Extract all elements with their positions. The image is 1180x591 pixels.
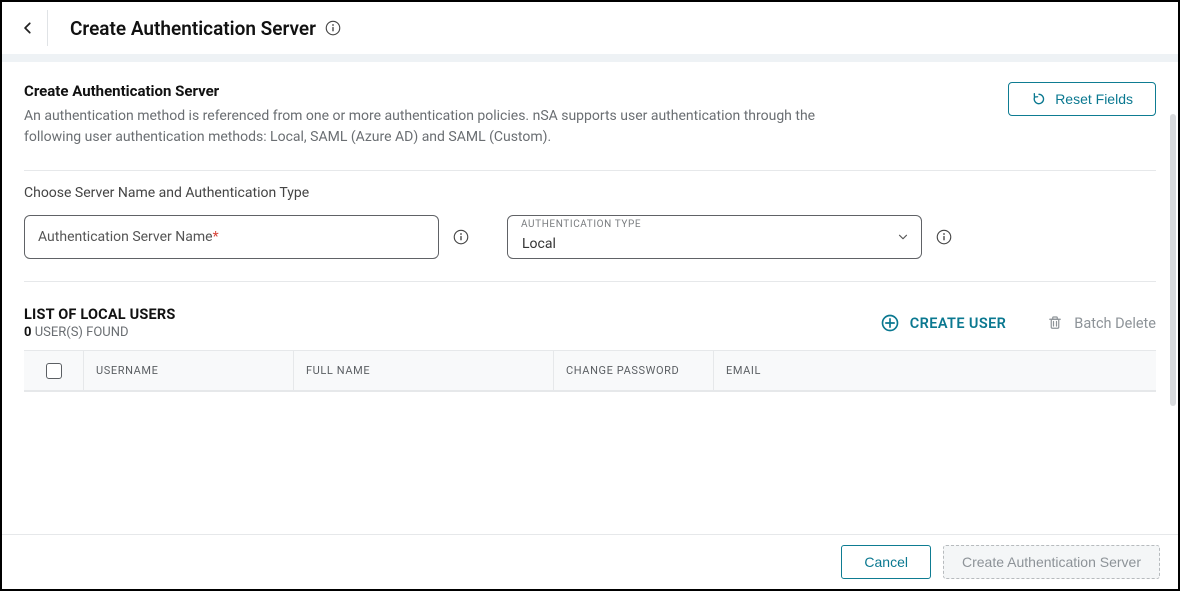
users-found-line: 0 USER(S) FOUND [24,325,176,340]
users-list-header: LIST OF LOCAL USERS 0 USER(S) FOUND CREA… [24,306,1156,340]
create-user-label: CREATE USER [910,315,1007,332]
divider [24,281,1156,282]
content-area: Create Authentication Server An authenti… [2,62,1178,392]
section-header-text: Create Authentication Server An authenti… [24,82,824,148]
section-header-row: Create Authentication Server An authenti… [24,82,1156,148]
col-fullname[interactable]: FULL NAME [294,351,554,390]
page-title-text: Create Authentication Server [70,17,316,40]
users-list-title: LIST OF LOCAL USERS [24,306,176,323]
section-title: Create Authentication Server [24,82,824,100]
server-name-info-icon[interactable] [451,227,471,247]
batch-delete-button[interactable]: Batch Delete [1046,314,1156,332]
scrollbar-thumb[interactable] [1170,114,1176,406]
create-auth-server-button[interactable]: Create Authentication Server [943,545,1160,579]
info-icon [935,228,953,246]
plus-circle-icon [880,313,900,333]
page-frame: Create Authentication Server Create Auth… [0,0,1180,591]
server-name-input[interactable] [24,215,439,259]
divider [24,170,1156,171]
create-user-button[interactable]: CREATE USER [880,313,1007,333]
choose-server-heading: Choose Server Name and Authentication Ty… [24,185,1156,201]
users-table-header: USERNAME FULL NAME CHANGE PASSWORD EMAIL [24,351,1156,391]
server-name-field: Authentication Server Name* [24,215,439,259]
info-icon[interactable] [324,19,342,37]
reset-icon [1031,91,1047,107]
page-title: Create Authentication Server [48,17,342,40]
scrollbar[interactable] [1170,114,1176,531]
batch-delete-label: Batch Delete [1074,315,1156,332]
auth-type-value: Local [522,236,556,252]
footer-bar: Cancel Create Authentication Server [2,534,1178,589]
users-found-suffix: USER(S) FOUND [35,325,129,340]
select-all-checkbox[interactable] [46,363,62,379]
reset-fields-label: Reset Fields [1055,91,1133,107]
cancel-button[interactable]: Cancel [841,545,931,579]
fields-row: Authentication Server Name* AUTHENTICATI… [24,215,1156,259]
users-list-title-block: LIST OF LOCAL USERS 0 USER(S) FOUND [24,306,176,340]
scroll-body: Create Authentication Server An authenti… [2,54,1178,589]
top-bar: Create Authentication Server [2,2,1178,57]
reset-fields-button[interactable]: Reset Fields [1008,82,1156,116]
col-change-password[interactable]: CHANGE PASSWORD [554,351,714,390]
users-found-count: 0 [24,325,31,340]
chevron-left-icon [21,19,35,37]
chevron-down-icon [896,230,910,244]
auth-type-info-icon[interactable] [934,227,954,247]
auth-type-float-label: AUTHENTICATION TYPE [521,219,641,230]
select-all-cell [24,351,84,390]
users-table: USERNAME FULL NAME CHANGE PASSWORD EMAIL [24,350,1156,392]
trash-icon [1046,314,1064,332]
col-email[interactable]: EMAIL [714,351,1156,390]
col-username[interactable]: USERNAME [84,351,294,390]
auth-type-field: AUTHENTICATION TYPE Local [507,215,922,259]
back-button[interactable] [8,10,48,46]
info-icon [452,228,470,246]
users-list-actions: CREATE USER Batch Delete [880,313,1156,333]
section-description: An authentication method is referenced f… [24,106,824,148]
divider-strip [2,54,1178,62]
